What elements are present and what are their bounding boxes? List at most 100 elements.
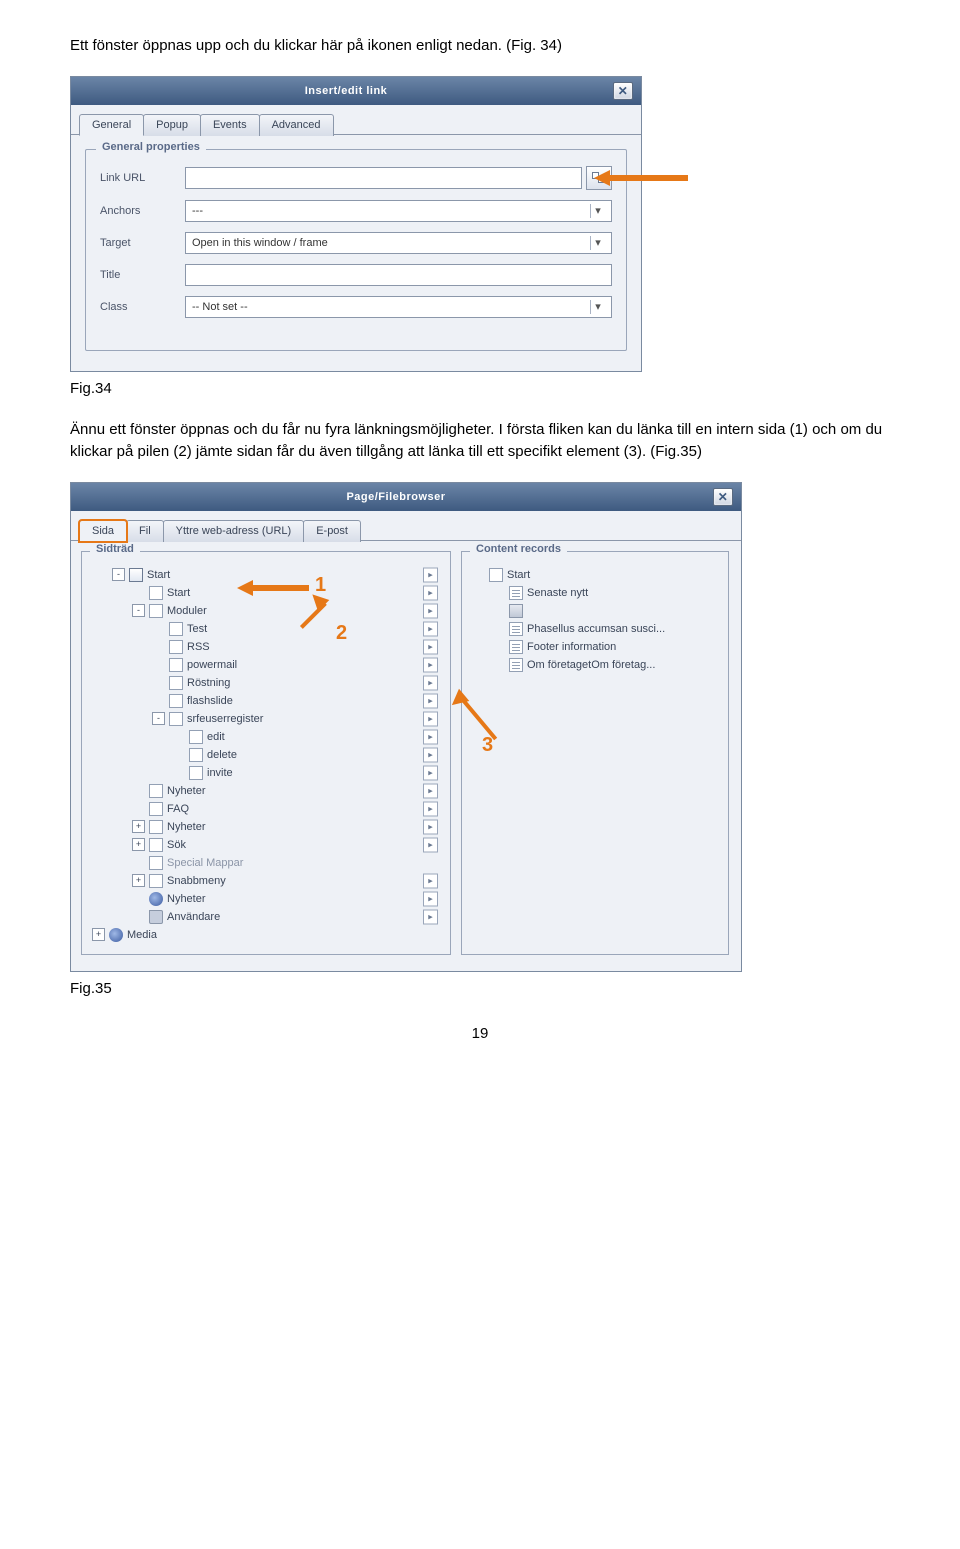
select-anchors[interactable]: --- ▾ (185, 200, 612, 222)
record-item[interactable]: Phasellus accumsan susci... (492, 622, 720, 636)
row-link-url: Link URL (100, 166, 612, 190)
goto-arrow-icon[interactable]: ▸ (423, 801, 438, 816)
goto-arrow-icon[interactable]: ▸ (423, 873, 438, 888)
select-target[interactable]: Open in this window / frame ▾ (185, 232, 612, 254)
label-title: Title (100, 269, 185, 281)
panel-content-records: Content records StartSenaste nyttPhasell… (461, 551, 729, 955)
tab-general[interactable]: General (79, 114, 144, 136)
record-item-label: Senaste nytt (527, 587, 588, 599)
tree-node[interactable]: Användare▸ (132, 910, 442, 924)
goto-arrow-icon[interactable]: ▸ (423, 711, 438, 726)
tree-node[interactable]: Start▸ (132, 586, 442, 600)
close-icon[interactable]: ✕ (613, 82, 633, 100)
tree-node-label: Röstning (187, 677, 230, 689)
collapse-icon[interactable]: - (112, 568, 125, 581)
record-item[interactable]: Senaste nytt (492, 586, 720, 600)
tree-node[interactable]: + Media (92, 928, 442, 942)
tree-node[interactable]: Special Mappar (132, 856, 442, 870)
panel-legend-left: Sidträd (90, 543, 140, 555)
input-link-url[interactable] (185, 167, 582, 189)
chevron-down-icon: ▾ (590, 236, 605, 250)
tree-node[interactable]: Nyheter▸ (132, 892, 442, 906)
expand-icon[interactable]: + (132, 838, 145, 851)
tab-events[interactable]: Events (200, 114, 260, 136)
page-icon (149, 784, 163, 798)
tree-node[interactable]: RSS▸ (152, 640, 442, 654)
tab-advanced[interactable]: Advanced (259, 114, 334, 136)
record-item[interactable] (492, 604, 720, 618)
goto-arrow-icon[interactable]: ▸ (423, 729, 438, 744)
chevron-down-icon: ▾ (590, 300, 605, 314)
goto-arrow-icon[interactable]: ▸ (423, 693, 438, 708)
goto-arrow-icon[interactable]: ▸ (423, 585, 438, 600)
tree-node[interactable]: -Start▸ (112, 568, 442, 582)
tree-node[interactable]: +Snabbmeny▸ (132, 874, 442, 888)
goto-arrow-icon[interactable]: ▸ (423, 765, 438, 780)
tree-node-label: flashslide (187, 695, 233, 707)
input-title[interactable] (185, 264, 612, 286)
collapse-icon[interactable]: - (152, 712, 165, 725)
fig35-caption: Fig.35 (70, 980, 890, 997)
goto-arrow-icon[interactable]: ▸ (423, 909, 438, 924)
goto-arrow-icon[interactable]: ▸ (423, 567, 438, 582)
close-icon[interactable]: ✕ (713, 488, 733, 506)
tree-node[interactable]: Röstning ▸ (152, 676, 442, 690)
tree-node[interactable]: flashslide ▸ (152, 694, 442, 708)
select-anchors-value: --- (192, 205, 203, 217)
tree-node-label: Nyheter (167, 821, 206, 833)
tab-epost[interactable]: E-post (303, 520, 361, 542)
goto-arrow-icon[interactable]: ▸ (423, 747, 438, 762)
browse-button[interactable] (586, 166, 612, 190)
tab-fil[interactable]: Fil (126, 520, 164, 542)
record-item-label: Om företagetOm företag... (527, 659, 655, 671)
folder-icon (149, 910, 163, 924)
tree-node[interactable]: Test▸ (152, 622, 442, 636)
dialog-titlebar[interactable]: Insert/edit link ✕ (71, 77, 641, 105)
annotation-arrow-fig34 (594, 168, 714, 188)
tree-node-label: Media (127, 929, 157, 941)
chevron-down-icon: ▾ (590, 204, 605, 218)
browser-body: Sidträd -Start▸Start▸-Moduler▸Test▸RSS▸p… (71, 540, 741, 971)
expand-icon[interactable]: + (132, 874, 145, 887)
page-icon (189, 730, 203, 744)
goto-arrow-icon[interactable]: ▸ (423, 657, 438, 672)
panel-sidtrad: Sidträd -Start▸Start▸-Moduler▸Test▸RSS▸p… (81, 551, 451, 955)
record-item-label: Footer information (527, 641, 616, 653)
goto-arrow-icon[interactable]: ▸ (423, 603, 438, 618)
content-icon (509, 640, 523, 654)
dialog-title: Insert/edit link (79, 85, 613, 97)
record-item[interactable]: Start (472, 568, 720, 582)
tab-popup[interactable]: Popup (143, 114, 201, 136)
tree-node[interactable]: +Sök▸ (132, 838, 442, 852)
page-icon (189, 766, 203, 780)
goto-arrow-icon[interactable]: ▸ (423, 675, 438, 690)
expand-icon[interactable]: + (92, 928, 105, 941)
goto-arrow-icon[interactable]: ▸ (423, 891, 438, 906)
dialog-titlebar[interactable]: Page/Filebrowser ✕ (71, 483, 741, 511)
tree-node-label: powermail (187, 659, 237, 671)
page-icon (149, 604, 163, 618)
tab-pane-general: General properties Link URL Anchors --- … (71, 134, 641, 371)
tree-node[interactable]: + Nyheter ▸ (132, 820, 442, 834)
expand-icon[interactable]: + (132, 820, 145, 833)
tree-node[interactable]: -srfeuserregister▸ (152, 712, 442, 726)
content-icon (509, 622, 523, 636)
tree-node[interactable]: FAQ▸ (132, 802, 442, 816)
goto-arrow-icon[interactable]: ▸ (423, 837, 438, 852)
tree-node[interactable]: delete▸ (172, 748, 442, 762)
goto-arrow-icon[interactable]: ▸ (423, 639, 438, 654)
tree-node[interactable]: invite▸ (172, 766, 442, 780)
record-item[interactable]: Om företagetOm företag... (492, 658, 720, 672)
goto-arrow-icon[interactable]: ▸ (423, 621, 438, 636)
tab-sida[interactable]: Sida (79, 520, 127, 542)
goto-arrow-icon[interactable]: ▸ (423, 783, 438, 798)
tree-node[interactable]: powermail ▸ (152, 658, 442, 672)
goto-arrow-icon[interactable]: ▸ (423, 819, 438, 834)
tree-node[interactable]: -Moduler▸ (132, 604, 442, 618)
tree-node[interactable]: edit▸ (172, 730, 442, 744)
record-item[interactable]: Footer information (492, 640, 720, 654)
collapse-icon[interactable]: - (132, 604, 145, 617)
tab-url[interactable]: Yttre web-adress (URL) (163, 520, 305, 542)
select-class[interactable]: -- Not set -- ▾ (185, 296, 612, 318)
tree-node[interactable]: Nyheter▸ (132, 784, 442, 798)
